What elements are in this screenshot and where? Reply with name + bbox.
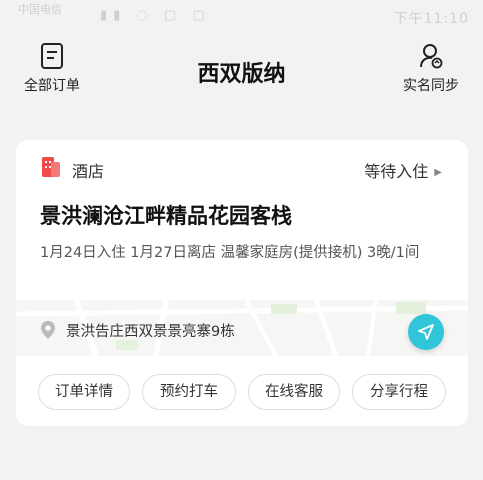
user-sync-icon bbox=[420, 44, 443, 69]
book-taxi-button[interactable]: 预约打车 bbox=[142, 374, 236, 410]
hotel-name[interactable]: 景洪澜沧江畔精品花园客栈 bbox=[40, 200, 292, 230]
order-status[interactable]: 等待入住 ▶ bbox=[364, 158, 442, 182]
navigate-arrow-icon bbox=[418, 324, 434, 340]
realname-sync-button[interactable]: 实名同步 bbox=[399, 36, 463, 95]
online-service-button[interactable]: 在线客服 bbox=[248, 374, 340, 410]
order-status-text: 等待入住 bbox=[364, 162, 429, 181]
status-bar: 中国电信 ▮▮ ◌ ▢ ▢ 下午11:10 bbox=[0, 0, 483, 32]
hotel-address: 景洪告庄西双景景亮寨9栋 bbox=[40, 320, 235, 341]
hotel-icon bbox=[42, 157, 60, 177]
header: 全部订单 西双版纳 实名同步 bbox=[0, 36, 483, 106]
status-time: 下午11:10 bbox=[393, 11, 469, 27]
chevron-right-icon: ▶ bbox=[434, 167, 442, 178]
realname-sync-label: 实名同步 bbox=[403, 78, 459, 94]
signal-icons: ▮▮ ◌ ▢ ▢ bbox=[100, 8, 211, 23]
order-details-button[interactable]: 订单详情 bbox=[38, 374, 130, 410]
stay-info: 1月24日入住 1月27日离店 温馨家庭房(提供接机) 3晚/1间 bbox=[40, 245, 420, 261]
location-pin-icon bbox=[41, 321, 55, 339]
order-card[interactable]: 酒店 等待入住 ▶ 景洪澜沧江畔精品花园客栈 1月24日入住 1月27日离店 温馨… bbox=[16, 140, 468, 426]
order-type-label: 酒店 bbox=[72, 162, 105, 181]
carrier-text: 中国电信 bbox=[18, 3, 62, 16]
navigation-button[interactable] bbox=[408, 314, 444, 350]
address-text: 景洪告庄西双景景亮寨9栋 bbox=[66, 324, 235, 340]
action-buttons: 订单详情 预约打车 在线客服 分享行程 bbox=[38, 374, 448, 410]
share-trip-button[interactable]: 分享行程 bbox=[352, 374, 446, 410]
